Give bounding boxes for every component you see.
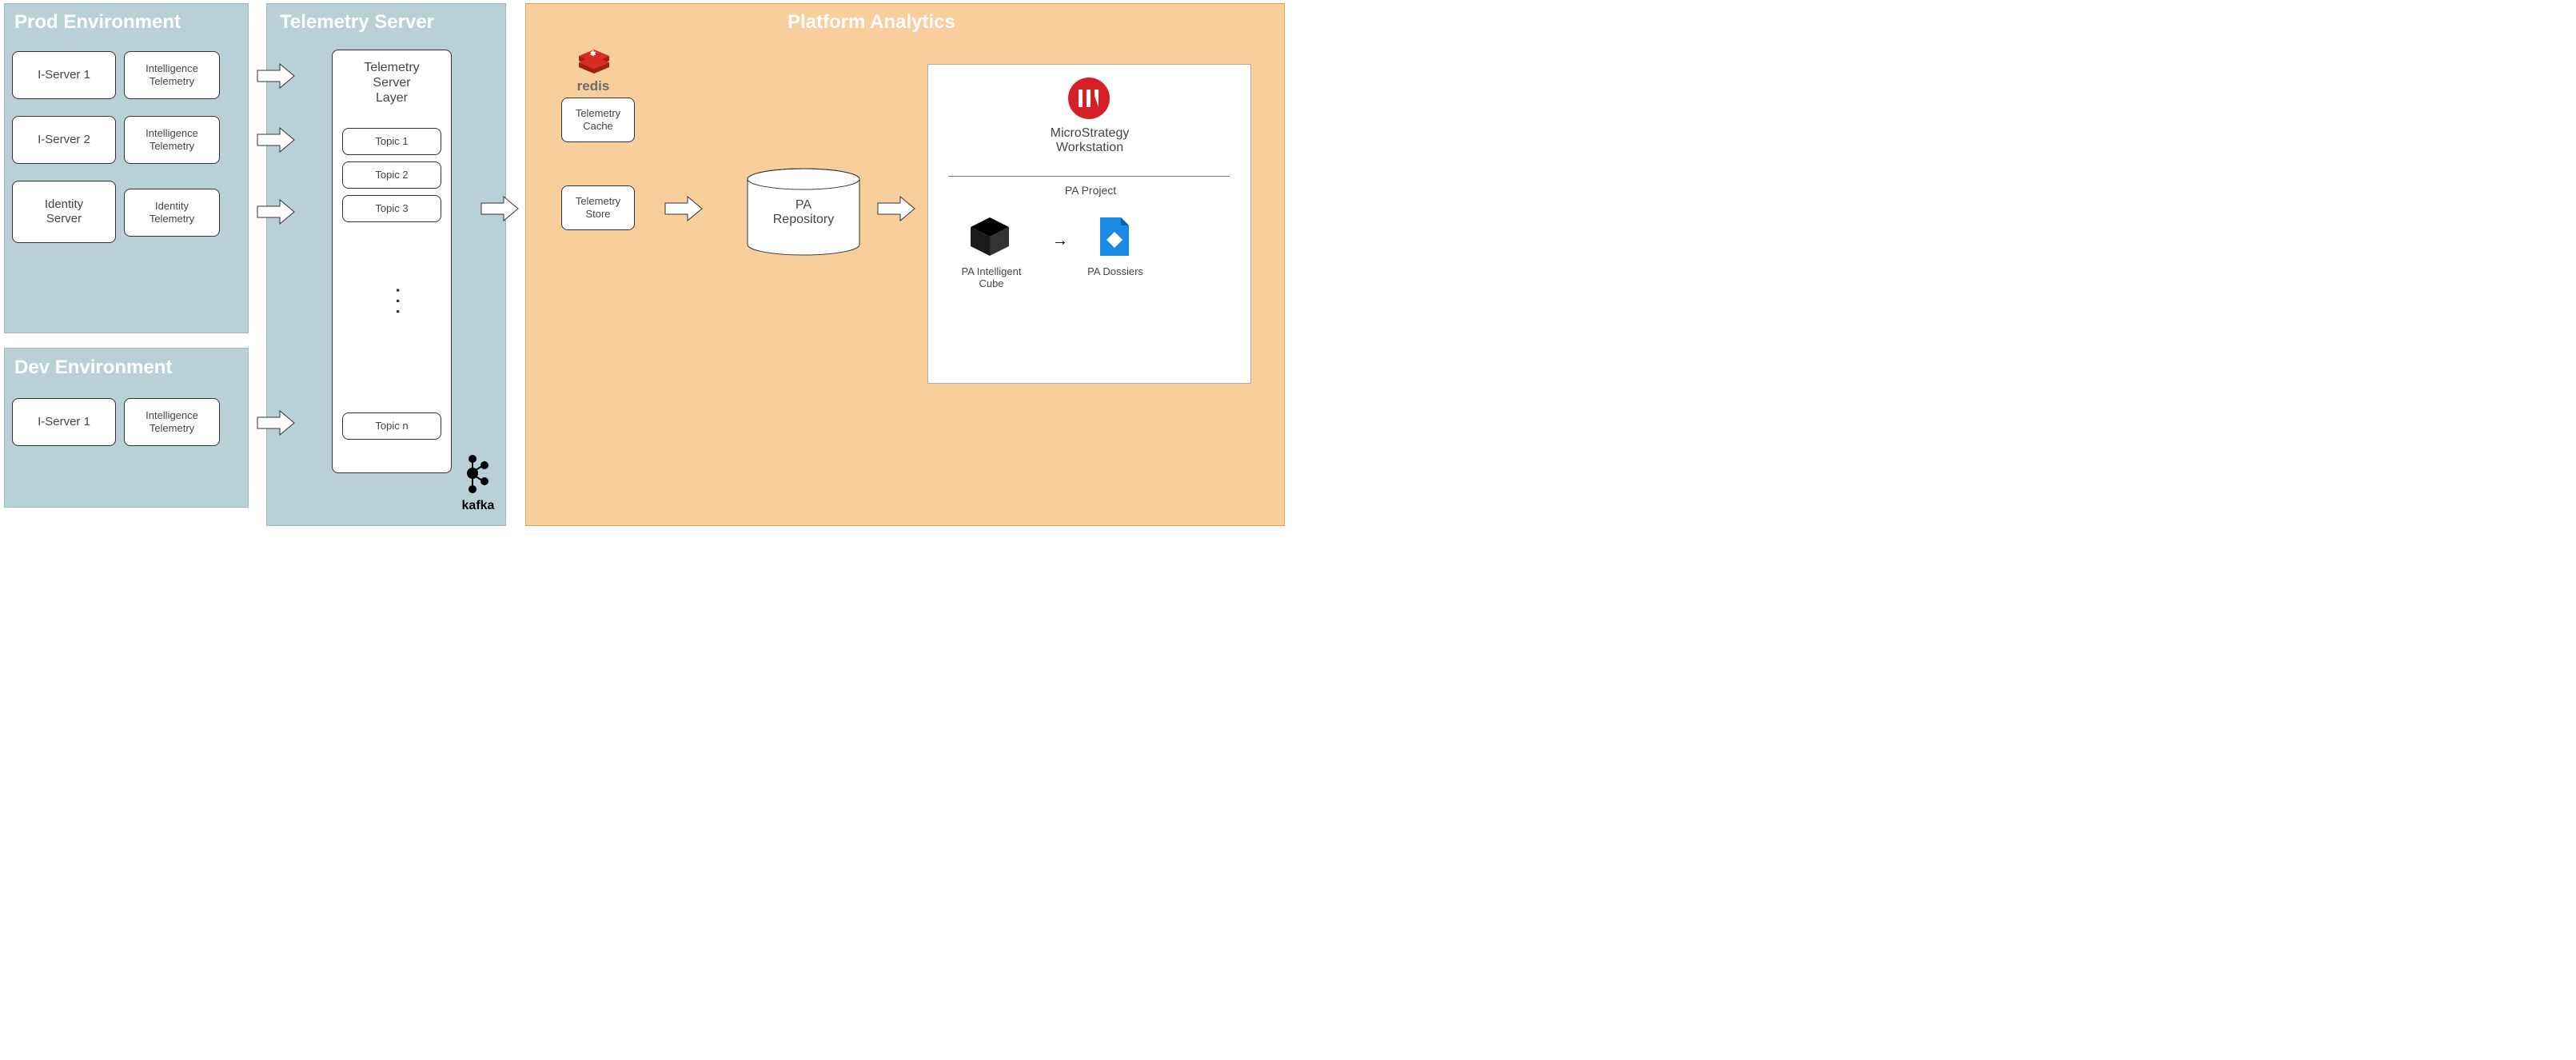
arrow-a	[256, 62, 296, 90]
iserver-1-dev: I-Server 1	[12, 398, 116, 446]
arrow-c	[256, 198, 296, 225]
telemetry-server-layer: Telemetry Server Layer	[332, 50, 452, 473]
topic-1: Topic 1	[342, 128, 441, 155]
arrow-d	[256, 409, 296, 436]
telemetry-store: Telemetry Store	[561, 185, 635, 230]
intelligence-telemetry-dev: Intelligence Telemetry	[124, 398, 220, 446]
dossier-icon	[1097, 214, 1132, 259]
pa-cube-label: PA Intelligent Cube	[950, 265, 1033, 289]
microstrategy-logo-icon	[1067, 77, 1111, 120]
pa-dossiers-label: PA Dossiers	[1079, 265, 1151, 277]
platform-analytics-title: Platform Analytics	[788, 11, 955, 34]
topic-ellipsis: ···	[387, 288, 408, 320]
telemetry-server-layer-label: Telemetry Server Layer	[364, 60, 419, 106]
prod-env-title: Prod Environment	[14, 11, 181, 34]
topic-3: Topic 3	[342, 195, 441, 222]
arrow-g	[876, 195, 916, 222]
topic-n: Topic n	[342, 412, 441, 440]
arrow-f	[664, 195, 704, 222]
pa-project-label: PA Project	[1059, 184, 1123, 197]
telemetry-cache: Telemetry Cache	[561, 98, 635, 142]
kafka-label: kafka	[453, 499, 504, 513]
topic-2: Topic 2	[342, 161, 441, 189]
dev-env-title: Dev Environment	[14, 357, 172, 379]
kafka-icon	[462, 454, 491, 497]
arrow-e	[480, 195, 520, 222]
workstation-divider	[948, 176, 1230, 177]
svg-text:✱: ✱	[590, 50, 596, 58]
identity-server: Identity Server	[12, 181, 116, 243]
workstation-label: MicroStrategy Workstation	[1031, 126, 1148, 155]
mini-arrow-icon: →	[1052, 232, 1068, 250]
arrow-b	[256, 126, 296, 153]
redis-icon: ✱	[576, 46, 612, 78]
cube-icon	[967, 214, 1012, 259]
intelligence-telemetry-2: Intelligence Telemetry	[124, 116, 220, 164]
telemetry-server-title: Telemetry Server	[280, 11, 434, 34]
redis-label: redis	[561, 78, 625, 94]
iserver-2-prod: I-Server 2	[12, 116, 116, 164]
intelligence-telemetry-1: Intelligence Telemetry	[124, 51, 220, 99]
identity-telemetry: Identity Telemetry	[124, 189, 220, 237]
pa-repository-label: PA Repository	[760, 198, 847, 227]
iserver-1-prod: I-Server 1	[12, 51, 116, 99]
